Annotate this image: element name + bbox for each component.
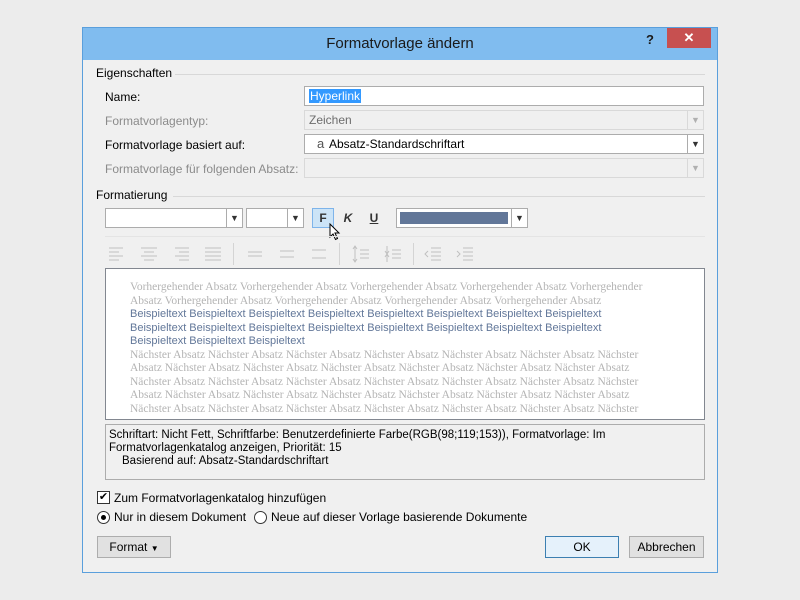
formatting-divider xyxy=(173,196,705,197)
preview-previous-line: Vorhergehender Absatz Vorhergehender Abs… xyxy=(130,281,643,293)
toolbar-separator xyxy=(339,243,340,265)
space-before-increase-icon[interactable] xyxy=(351,244,371,264)
caret-down-icon: ▼ xyxy=(150,544,159,553)
font-color-swatch xyxy=(400,212,508,224)
chevron-down-icon: ▼ xyxy=(511,209,527,227)
align-left-icon[interactable] xyxy=(107,244,127,264)
close-button[interactable]: ✕ xyxy=(667,28,711,48)
type-label: Formatvorlagentyp: xyxy=(105,114,209,128)
type-select-value: Zeichen xyxy=(309,113,352,127)
preview-pane: Vorhergehender Absatz Vorhergehender Abs… xyxy=(105,268,705,420)
properties-divider xyxy=(175,74,705,75)
chevron-down-icon: ▼ xyxy=(687,135,703,153)
chevron-down-icon: ▼ xyxy=(226,209,242,227)
name-label: Name: xyxy=(105,90,141,104)
new-documents-label[interactable]: Neue auf dieser Vorlage basierende Dokum… xyxy=(271,510,527,524)
preview-sample-line: Beispieltext Beispieltext Beispieltext B… xyxy=(130,308,602,320)
format-menu-button[interactable]: Format ▼ xyxy=(97,536,171,558)
mouse-cursor-icon xyxy=(329,223,341,241)
chevron-down-icon: ▼ xyxy=(287,209,303,227)
align-right-icon[interactable] xyxy=(171,244,191,264)
name-input-value: Hyperlink xyxy=(309,89,362,103)
space-before-decrease-icon[interactable] xyxy=(383,244,403,264)
font-size-select[interactable]: ▼ xyxy=(246,208,304,228)
only-this-document-label[interactable]: Nur in diesem Dokument xyxy=(114,510,246,524)
underline-button[interactable]: U xyxy=(363,208,385,228)
based-on-value: Absatz-Standardschriftart xyxy=(329,137,465,151)
preview-previous-line: Absatz Vorhergehender Absatz Vorhergehen… xyxy=(130,294,602,307)
increase-indent-icon[interactable] xyxy=(455,244,475,264)
type-select[interactable]: Zeichen ▼ xyxy=(304,110,704,130)
cancel-button[interactable]: Abbrechen xyxy=(629,536,704,558)
format-style-dialog: Formatvorlage ändern ? ✕ Eigenschaften N… xyxy=(82,27,718,573)
title-bar[interactable]: Formatvorlage ändern ? ✕ xyxy=(83,28,717,60)
based-on-label: Formatvorlage basiert auf: xyxy=(105,138,246,152)
preview-next-line: Nächster Absatz Nächster Absatz Nächster… xyxy=(130,348,639,361)
line-spacing-single-icon[interactable] xyxy=(245,244,265,264)
font-name-select[interactable]: ▼ xyxy=(105,208,243,228)
style-description-box: Schriftart: Nicht Fett, Schriftfarbe: Be… xyxy=(105,424,705,480)
preview-next-line: Nächster Absatz Nächster Absatz Nächster… xyxy=(130,375,639,388)
add-to-gallery-checkbox[interactable]: ✔ xyxy=(97,491,110,504)
toolbar-divider xyxy=(105,236,705,237)
following-style-select[interactable]: ▼ xyxy=(304,158,704,178)
help-button[interactable]: ? xyxy=(637,30,663,50)
preview-next-line: Nächster Absatz Nächster Absatz Nächster… xyxy=(130,402,639,415)
description-line: Basierend auf: Absatz-Standardschriftart xyxy=(122,455,329,467)
toolbar-separator xyxy=(233,243,234,265)
dialog-body: Eigenschaften Name: Hyperlink Formatvorl… xyxy=(83,60,717,572)
ok-button[interactable]: OK xyxy=(545,536,619,558)
formatting-section-label: Formatierung xyxy=(96,188,168,202)
description-line: Schriftart: Nicht Fett, Schriftfarbe: Be… xyxy=(109,429,606,441)
chevron-down-icon: ▼ xyxy=(687,159,703,177)
font-color-select[interactable]: ▼ xyxy=(396,208,528,228)
based-on-select[interactable]: a Absatz-Standardschriftart ▼ xyxy=(304,134,704,154)
align-center-icon[interactable] xyxy=(139,244,159,264)
name-input[interactable]: Hyperlink xyxy=(304,86,704,106)
dialog-title: Formatvorlage ändern xyxy=(326,35,474,52)
following-style-label: Formatvorlage für folgenden Absatz: xyxy=(105,162,299,176)
align-justify-icon[interactable] xyxy=(203,244,223,264)
preview-next-line: Absatz Nächster Absatz Nächster Absatz N… xyxy=(130,362,630,374)
preview-next-line: Absatz Nächster Absatz Nächster Absatz N… xyxy=(130,389,630,401)
description-line: Formatvorlagenkatalog anzeigen, Prioritä… xyxy=(109,442,342,454)
character-style-icon: a xyxy=(317,136,325,151)
preview-sample-line: Beispieltext Beispieltext Beispieltext B… xyxy=(130,321,602,334)
line-spacing-onehalf-icon[interactable] xyxy=(277,244,297,264)
preview-sample-line: Beispieltext Beispieltext Beispieltext xyxy=(130,335,305,347)
line-spacing-double-icon[interactable] xyxy=(309,244,329,264)
toolbar-separator xyxy=(413,243,414,265)
only-this-document-radio[interactable] xyxy=(97,511,110,524)
add-to-gallery-label[interactable]: Zum Formatvorlagenkatalog hinzufügen xyxy=(114,491,326,505)
new-documents-radio[interactable] xyxy=(254,511,267,524)
properties-section-label: Eigenschaften xyxy=(96,66,173,80)
decrease-indent-icon[interactable] xyxy=(423,244,443,264)
chevron-down-icon: ▼ xyxy=(687,111,703,129)
